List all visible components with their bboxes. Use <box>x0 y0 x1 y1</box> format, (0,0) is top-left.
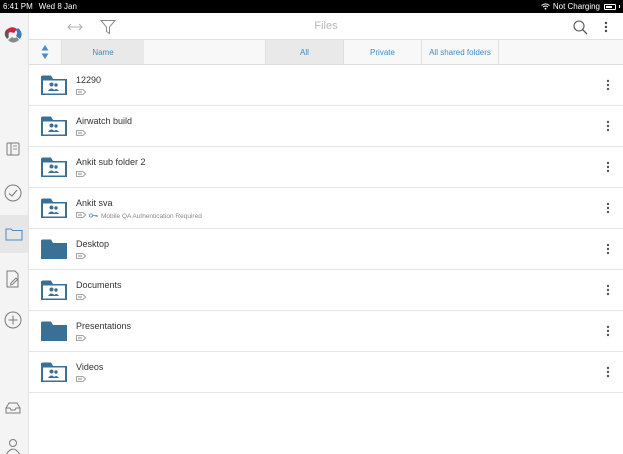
list-item[interactable]: Airwatch build <box>29 106 623 147</box>
tab-private[interactable]: Private <box>343 40 421 64</box>
file-name: Desktop <box>76 239 110 249</box>
status-bar: 6:41 PM Wed 8 Jan Not Charging <box>0 0 623 13</box>
battery-tip <box>619 5 620 8</box>
file-name: Documents <box>76 280 122 290</box>
more-options-icon[interactable] <box>605 119 611 133</box>
list-item[interactable]: Presentations <box>29 311 623 352</box>
file-meta <box>76 130 87 138</box>
wifi-icon <box>541 3 550 10</box>
folder-icon[interactable] <box>0 215 28 253</box>
header-bar: Files <box>29 13 623 40</box>
more-options-icon[interactable] <box>605 365 611 379</box>
tab-all-shared-folders[interactable]: All shared folders <box>421 40 499 64</box>
status-date: Wed 8 Jan <box>38 2 77 11</box>
sidebar <box>0 13 29 454</box>
tag-icon <box>76 130 87 138</box>
shared-folder-icon <box>41 197 67 219</box>
file-meta <box>76 376 87 384</box>
tag-icon <box>76 253 87 261</box>
file-meta <box>76 171 87 179</box>
file-status: Mobile QA Authentication Required <box>101 212 202 220</box>
more-options-icon[interactable] <box>605 242 611 256</box>
file-name: 12290 <box>76 75 102 85</box>
shared-folder-icon <box>41 361 67 383</box>
tag-icon <box>76 212 87 220</box>
list-item[interactable]: Videos <box>29 352 623 393</box>
sort-arrows-icon[interactable] <box>29 40 61 64</box>
file-name: Presentations <box>76 321 132 331</box>
shared-folder-icon <box>41 156 67 178</box>
file-meta <box>76 253 87 261</box>
charging-status: Not Charging <box>552 2 600 11</box>
search-icon[interactable] <box>571 17 589 37</box>
file-meta <box>76 294 87 302</box>
more-options-icon[interactable] <box>605 160 611 174</box>
shared-folder-icon <box>41 115 67 137</box>
document-edit-icon[interactable] <box>3 269 23 289</box>
file-meta: Mobile QA Authentication Required <box>76 212 202 220</box>
checkmark-circle-icon[interactable] <box>3 183 23 203</box>
more-options-icon[interactable] <box>605 201 611 215</box>
app-logo <box>2 23 26 47</box>
tag-icon <box>76 335 87 343</box>
inbox-icon[interactable] <box>3 398 23 418</box>
file-name: Ankit sub folder 2 <box>76 157 146 167</box>
shared-folder-icon <box>41 279 67 301</box>
key-icon <box>88 212 98 220</box>
more-options-icon[interactable] <box>605 78 611 92</box>
tab-all[interactable]: All <box>265 40 343 64</box>
file-name: Videos <box>76 362 104 372</box>
battery-icon <box>604 3 616 10</box>
more-vertical-icon[interactable] <box>601 17 611 37</box>
folder-icon <box>41 238 67 260</box>
list-item[interactable]: Documents <box>29 270 623 311</box>
library-icon[interactable] <box>3 139 23 159</box>
tag-icon <box>76 89 87 97</box>
sort-by-name-tab[interactable]: Name <box>61 40 144 64</box>
more-options-icon[interactable] <box>605 324 611 338</box>
status-time: 6:41 PM <box>3 2 33 11</box>
shared-folder-icon <box>41 74 67 96</box>
tag-icon <box>76 294 87 302</box>
file-meta <box>76 335 87 343</box>
list-item[interactable]: Ankit sub folder 2 <box>29 147 623 188</box>
file-list: 12290 Airwatch build Ankit sub folder 2 … <box>29 65 623 393</box>
folder-icon <box>41 320 67 342</box>
file-meta <box>76 89 87 97</box>
list-item[interactable]: 12290 <box>29 65 623 106</box>
more-options-icon[interactable] <box>605 283 611 297</box>
page-title: Files <box>314 20 338 32</box>
user-icon[interactable] <box>3 436 23 454</box>
add-circle-icon[interactable] <box>3 310 23 330</box>
file-name: Airwatch build <box>76 116 133 126</box>
file-name: Ankit sva <box>76 198 113 208</box>
list-item[interactable]: Ankit sva Mobile QA Authentication Requi… <box>29 188 623 229</box>
tag-icon <box>76 376 87 384</box>
filter-bar: Name All Private All shared folders <box>29 40 623 65</box>
list-item[interactable]: Desktop <box>29 229 623 270</box>
tag-icon <box>76 171 87 179</box>
